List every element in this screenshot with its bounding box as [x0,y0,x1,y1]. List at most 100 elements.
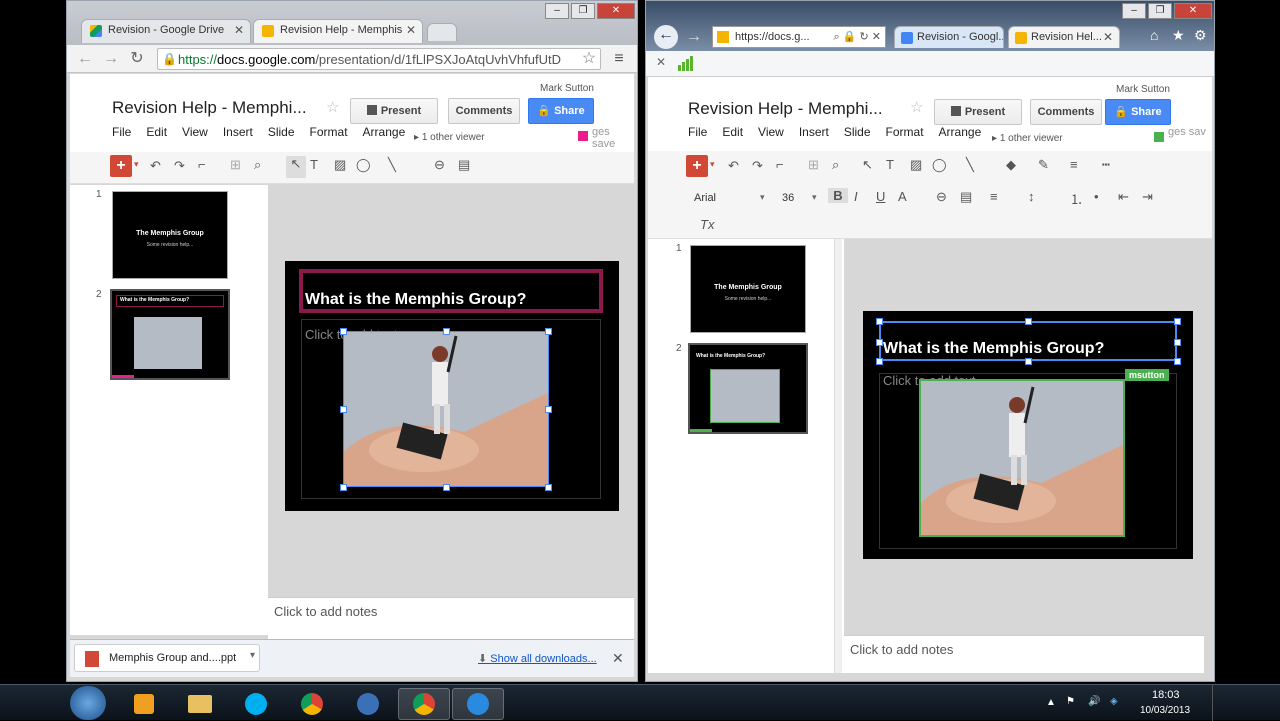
bulleted-list-icon[interactable]: • [1094,189,1099,204]
decrease-indent-icon[interactable]: ⇤ [1118,189,1129,205]
undo-icon[interactable]: ↶ [728,158,739,174]
resize-handle[interactable] [876,339,883,346]
internet-explorer-icon[interactable] [452,688,504,720]
size-dropdown-icon[interactable]: ▾ [812,192,817,203]
resize-handle[interactable] [443,328,450,335]
font-size-select[interactable]: 36 [782,192,794,204]
tray-arrow-icon[interactable]: ▲ [1046,697,1056,708]
resize-handle[interactable] [545,406,552,413]
increase-indent-icon[interactable]: ⇥ [1142,189,1153,205]
comment-icon[interactable]: ▤ [960,189,972,205]
forward-icon[interactable]: → [101,49,121,69]
zoom-icon[interactable]: ⌕ [254,157,261,173]
user-name[interactable]: Mark Sutton [540,83,594,94]
tab-revision-drive[interactable]: Revision - Googl... [894,26,1004,48]
new-slide-dropdown-icon[interactable]: ▾ [710,159,715,170]
resize-handle[interactable] [545,328,552,335]
chrome-menu-icon[interactable]: ≡ [609,49,629,69]
close-icon[interactable]: ✕ [406,23,416,37]
show-all-downloads-link[interactable]: ⬇ Show all downloads... [478,652,597,665]
new-slide-button[interactable]: + [686,155,708,177]
menu-insert[interactable]: Insert [799,125,829,139]
menu-view[interactable]: View [758,125,784,139]
menu-file[interactable]: File [688,125,707,139]
home-icon[interactable]: ⌂ [1150,27,1158,43]
new-slide-button[interactable]: + [110,155,132,177]
speaker-notes[interactable]: Click to add notes [268,597,634,639]
chrome-icon[interactable] [286,688,338,720]
share-button[interactable]: 🔒 Share [1105,99,1171,125]
line-icon[interactable]: ╲ [966,157,974,173]
menu-edit[interactable]: Edit [722,125,743,139]
menu-slide[interactable]: Slide [844,125,871,139]
player-image[interactable] [343,331,549,487]
slide-thumbnail-2[interactable]: What is the Memphis Group? [688,343,808,434]
menu-arrange[interactable]: Arrange [939,125,982,139]
back-icon[interactable]: ← [75,49,95,69]
close-icon[interactable]: ✕ [1103,30,1113,44]
menu-slide[interactable]: Slide [268,125,295,139]
menu-view[interactable]: View [182,125,208,139]
bookmark-star-icon[interactable]: ☆ [579,49,599,69]
resize-handle[interactable] [1174,339,1181,346]
resize-handle[interactable] [876,358,883,365]
resize-handle[interactable] [1174,318,1181,325]
resize-handle[interactable] [443,484,450,491]
chrome-active-icon[interactable] [398,688,450,720]
redo-icon[interactable]: ↷ [752,158,763,174]
address-bar[interactable]: https://docs.g... ⌕ 🔒 ↻ ✕ [712,26,886,48]
download-dropdown-icon[interactable]: ▾ [250,650,255,661]
comments-button[interactable]: Comments [448,98,520,124]
paint-format-icon[interactable]: ⌐ [776,157,784,172]
viewer-count[interactable]: ▸ 1 other viewer [414,132,485,143]
settings-gear-icon[interactable]: ⚙ [1194,27,1207,44]
image-icon[interactable]: ▨ [334,157,346,173]
reload-icon[interactable]: ↻ [127,49,147,69]
font-dropdown-icon[interactable]: ▾ [760,192,765,203]
resize-handle[interactable] [340,484,347,491]
close-icon[interactable]: ✕ [234,23,244,37]
forward-icon[interactable]: → [684,27,704,47]
zoom-icon[interactable]: ⌕ [832,157,839,173]
menu-file[interactable]: File [112,125,131,139]
tab-google-drive[interactable]: Revision - Google Drive ✕ [81,19,251,43]
border-dash-icon[interactable]: ┅ [1102,157,1110,173]
shape-icon[interactable]: ◯ [932,157,947,173]
clock-time[interactable]: 18:03 [1152,689,1180,701]
new-tab-button[interactable] [427,23,457,41]
text-box-icon[interactable]: T [886,157,894,172]
user-name[interactable]: Mark Sutton [1116,84,1170,95]
link-icon[interactable]: ⊖ [434,157,445,173]
text-color-icon[interactable]: A [898,189,907,204]
action-center-flag-icon[interactable]: ⚑ [1066,696,1075,707]
minimize-icon[interactable]: – [545,3,569,19]
start-button[interactable] [70,686,106,720]
close-window-icon[interactable]: ✕ [1174,3,1212,19]
address-bar[interactable]: 🔒 https://docs.google.com/presentation/d/… [157,48,601,70]
filmstrip-scrollbar[interactable] [834,239,842,673]
show-desktop-button[interactable] [1212,685,1226,721]
slide-title[interactable]: What is the Memphis Group? [883,340,1104,358]
slide-thumbnail-1[interactable]: The Memphis Group Some revision help... [112,191,228,279]
resize-handle[interactable] [545,484,552,491]
speaker-notes[interactable]: Click to add notes [844,635,1204,673]
undo-icon[interactable]: ↶ [150,158,161,174]
new-slide-dropdown-icon[interactable]: ▾ [134,159,139,170]
fill-color-icon[interactable]: ◆ [1006,157,1016,173]
document-title[interactable]: Revision Help - Memphi... [112,98,307,118]
address-controls-icon[interactable]: ⌕ 🔒 ↻ ✕ [834,30,881,44]
menu-insert[interactable]: Insert [223,125,253,139]
text-box-icon[interactable]: T [310,157,318,172]
menu-format[interactable]: Format [310,125,348,139]
volume-icon[interactable]: 🔊 [1088,696,1100,707]
resize-handle[interactable] [340,406,347,413]
favorites-star-icon[interactable]: ★ [1172,27,1185,44]
numbered-list-icon[interactable]: ⒈ [1070,189,1083,208]
slide-title[interactable]: What is the Memphis Group? [305,291,526,309]
paint-format-icon[interactable]: ⌐ [198,157,206,172]
dropbox-icon[interactable]: ◈ [1110,696,1118,707]
close-window-icon[interactable]: ✕ [597,3,635,19]
maximize-icon[interactable]: ❐ [1148,3,1172,19]
underline-icon[interactable]: U [876,189,885,204]
shape-icon[interactable]: ◯ [356,157,371,173]
